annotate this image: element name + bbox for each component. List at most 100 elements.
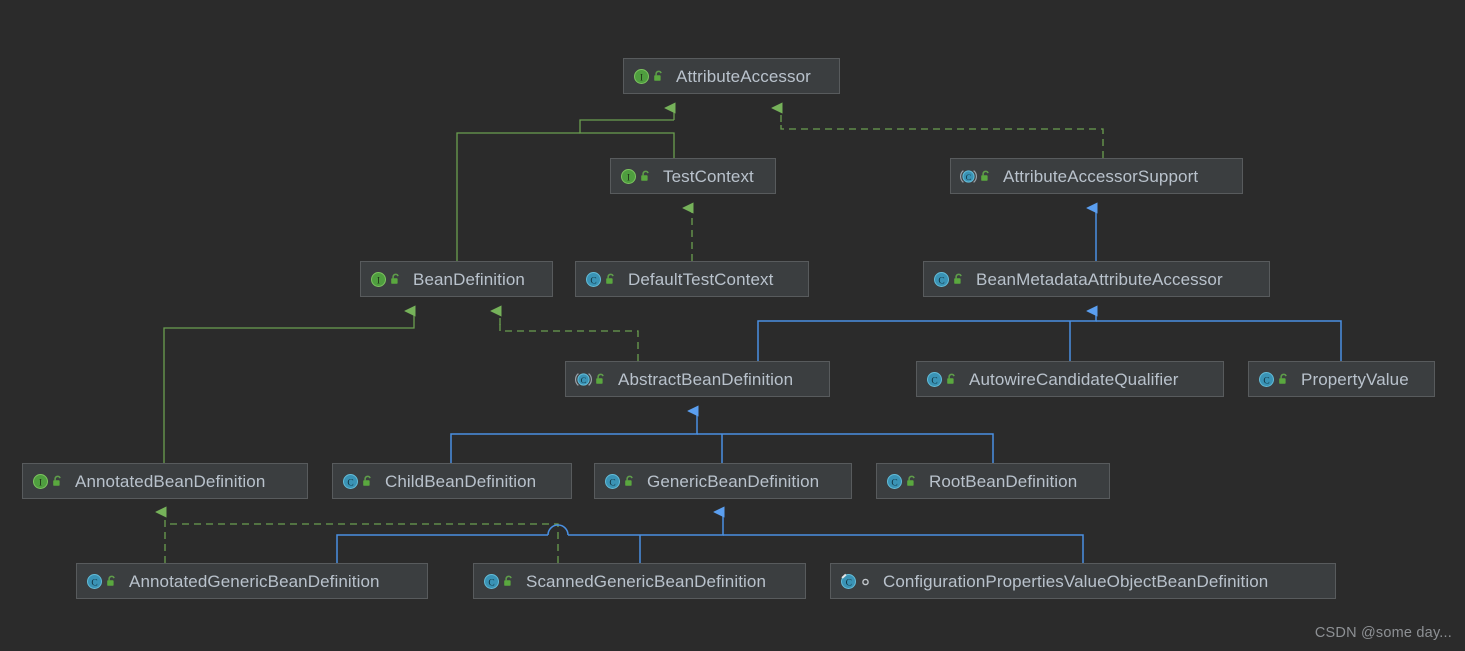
public-visibility-icon [905, 474, 918, 489]
package-private-visibility-icon [859, 574, 872, 589]
class-node-AutowireCandidateQualifier[interactable]: C AutowireCandidateQualifier [916, 361, 1224, 397]
class-node-label: AbstractBeanDefinition [618, 369, 794, 389]
public-visibility-icon [979, 169, 992, 184]
class-node-label: PropertyValue [1301, 369, 1409, 389]
class-icon: C [483, 573, 500, 590]
class-node-ScannedGenericBeanDefinition[interactable]: C ScannedGenericBeanDefinition [473, 563, 806, 599]
edge-configurationpropertiesvalueobjectbeandefinition-extends-genericbeandefinition [723, 534, 1084, 563]
interface-icon: I [32, 473, 49, 490]
svg-text:C: C [938, 276, 944, 286]
svg-text:C: C [966, 172, 972, 182]
node-icon-group: C [604, 473, 636, 490]
public-visibility-icon [652, 69, 665, 84]
class-node-TestContext[interactable]: I TestContext [610, 158, 776, 194]
node-icon-group: C [960, 168, 992, 185]
edge-propertyvalue-extends-beanmetadataattributeaccessor [1096, 320, 1342, 361]
class-node-label: BeanMetadataAttributeAccessor [976, 269, 1223, 289]
class-node-BeanDefinition[interactable]: I BeanDefinition [360, 261, 553, 297]
class-node-ChildBeanDefinition[interactable]: C ChildBeanDefinition [332, 463, 572, 499]
public-visibility-icon [361, 474, 374, 489]
class-node-label: AttributeAccessorSupport [1003, 166, 1199, 186]
class-node-PropertyValue[interactable]: C PropertyValue [1248, 361, 1435, 397]
class-node-GenericBeanDefinition[interactable]: C GenericBeanDefinition [594, 463, 852, 499]
class-icon: C [926, 371, 943, 388]
class-node-label: AnnotatedBeanDefinition [75, 471, 266, 491]
class-node-AttributeAccessorSupport[interactable]: C AttributeAccessorSupport [950, 158, 1243, 194]
abstract-class-icon: C [575, 371, 592, 388]
class-icon: C [585, 271, 602, 288]
svg-text:C: C [590, 276, 596, 286]
class-icon: C [604, 473, 621, 490]
svg-text:C: C [891, 478, 897, 488]
public-visibility-icon [1277, 372, 1290, 387]
class-node-label: RootBeanDefinition [929, 471, 1078, 491]
public-visibility-icon [105, 574, 118, 589]
watermark-text: CSDN @some day... [1314, 625, 1452, 641]
interface-icon: I [620, 168, 637, 185]
node-icon-group: I [633, 68, 665, 85]
node-icon-group: C [585, 271, 617, 288]
class-node-label: ChildBeanDefinition [385, 471, 537, 491]
node-icon-group: I [32, 473, 64, 490]
class-icon: C [1258, 371, 1275, 388]
class-node-ConfigurationPropertiesValueObjectBeanDefinition[interactable]: C ConfigurationPropertiesValueObjectBeanD… [830, 563, 1336, 599]
edge-scannedgenericbeandefinition-implements-annotatedbeandefinition [165, 523, 559, 563]
class-node-label: DefaultTestContext [628, 269, 774, 289]
node-icon-group: C [933, 271, 965, 288]
edge-abstractbeandefinition-extends-beanmetadataattributeaccessor [757, 311, 1096, 361]
class-node-AttributeAccessor[interactable]: I AttributeAccessor [623, 58, 840, 94]
svg-text:I: I [39, 478, 42, 488]
node-icon-group: C [886, 473, 918, 490]
class-icon: C [933, 271, 950, 288]
abstract-class-icon: C [960, 168, 977, 185]
edge-layer [0, 0, 1342, 563]
svg-text:I: I [627, 173, 630, 183]
edge-abstractbeandefinition-implements-beandefinition [500, 311, 639, 361]
uml-class-diagram: I AttributeAccessor I TestContext C Attribute… [0, 0, 1465, 651]
class-node-label: AttributeAccessor [676, 66, 811, 86]
public-visibility-icon [389, 272, 402, 287]
public-visibility-icon [594, 372, 607, 387]
edge-attributeaccessorsupport-implements-attributeaccessor [781, 108, 1104, 158]
edge-beandefinition-extends-attributeaccessor [456, 132, 580, 261]
svg-text:C: C [347, 478, 353, 488]
class-node-AnnotatedGenericBeanDefinition[interactable]: C AnnotatedGenericBeanDefinition [76, 563, 428, 599]
edge-rootbeandefinition-extends-abstractbeandefinition [697, 433, 994, 463]
edge-annotatedgenericbeandefinition-extends-genericbeandefinition [336, 512, 723, 563]
svg-text:C: C [91, 578, 97, 588]
class-node-label: AutowireCandidateQualifier [969, 369, 1179, 389]
svg-text:I: I [377, 276, 380, 286]
node-icon-group: C [926, 371, 958, 388]
class-node-DefaultTestContext[interactable]: C DefaultTestContext [575, 261, 809, 297]
class-node-label: AnnotatedGenericBeanDefinition [129, 571, 380, 591]
svg-text:C: C [609, 478, 615, 488]
node-icon-group: C [840, 573, 872, 590]
class-icon: C [886, 473, 903, 490]
class-node-AbstractBeanDefinition[interactable]: C AbstractBeanDefinition [565, 361, 830, 397]
edge-childbeandefinition-extends-abstractbeandefinition [450, 411, 697, 463]
public-visibility-icon [604, 272, 617, 287]
interface-icon: I [633, 68, 650, 85]
public-visibility-icon [639, 169, 652, 184]
edge-testcontext-extends-attributeaccessor [579, 108, 674, 158]
interface-icon: I [370, 271, 387, 288]
public-visibility-icon [51, 474, 64, 489]
public-visibility-icon [502, 574, 515, 589]
class-node-label: GenericBeanDefinition [647, 471, 820, 491]
public-visibility-icon [952, 272, 965, 287]
class-node-label: TestContext [663, 166, 754, 186]
class-node-AnnotatedBeanDefinition[interactable]: I AnnotatedBeanDefinition [22, 463, 308, 499]
node-icon-group: C [1258, 371, 1290, 388]
class-node-BeanMetadataAttributeAccessor[interactable]: C BeanMetadataAttributeAccessor [923, 261, 1270, 297]
class-node-label: ScannedGenericBeanDefinition [526, 571, 767, 591]
svg-text:C: C [488, 578, 494, 588]
node-icon-group: C [483, 573, 515, 590]
public-visibility-icon [945, 372, 958, 387]
node-icon-group: I [620, 168, 652, 185]
node-icon-group: I [370, 271, 402, 288]
class-node-RootBeanDefinition[interactable]: C RootBeanDefinition [876, 463, 1110, 499]
svg-text:C: C [931, 376, 937, 386]
node-icon-group: C [86, 573, 118, 590]
svg-text:I: I [640, 73, 643, 83]
public-visibility-icon [623, 474, 636, 489]
